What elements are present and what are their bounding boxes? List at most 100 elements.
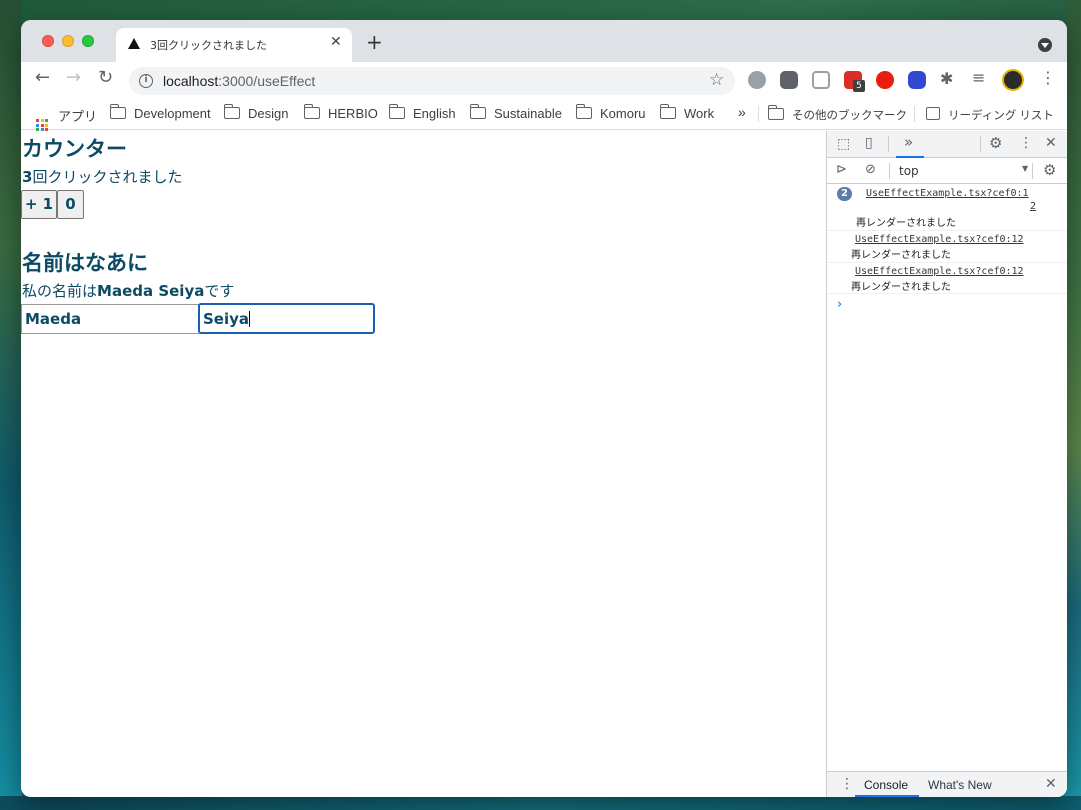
- close-devtools-icon[interactable]: ✕: [1045, 136, 1057, 150]
- log-message: 再レンダーされました: [856, 218, 956, 229]
- toolbar-divider: [980, 136, 981, 152]
- browser-toolbar: ← → ↻ i localhost:3000/useEffect ☆ 5 ✱ ≡…: [21, 62, 1067, 98]
- device-toolbar-icon[interactable]: ▯: [865, 136, 873, 150]
- folder-icon: [767, 105, 784, 120]
- bookmark-folder-design[interactable]: Design: [223, 104, 288, 121]
- log-source-link[interactable]: UseEffectExample.tsx?cef0:1: [866, 188, 1029, 199]
- close-window-button[interactable]: [42, 35, 54, 47]
- toolbar-divider: [889, 163, 890, 179]
- site-info-icon[interactable]: i: [139, 74, 153, 88]
- log-source-link-line[interactable]: 2: [1030, 201, 1036, 212]
- bookmark-label: Sustainable: [494, 106, 562, 121]
- url-text: localhost:3000/useEffect: [163, 73, 315, 89]
- name-message-prefix: 私の名前は: [22, 282, 98, 300]
- profile-avatar[interactable]: [1002, 69, 1024, 91]
- forward-button[interactable]: →: [66, 69, 81, 87]
- context-selector[interactable]: top: [899, 164, 919, 178]
- extension-chart-icon[interactable]: [908, 71, 926, 89]
- bookmark-label: HERBIO: [328, 106, 378, 121]
- browser-menu-icon[interactable]: ⋮: [1040, 70, 1056, 86]
- bookmark-label: English: [413, 106, 456, 121]
- desktop-background-left: [0, 0, 22, 810]
- bookmark-label: リーディング リスト: [948, 110, 1054, 122]
- close-drawer-icon[interactable]: ✕: [1045, 777, 1057, 791]
- bookmark-folder-development[interactable]: Development: [109, 104, 211, 121]
- log-message: 再レンダーされました: [851, 250, 951, 261]
- bookmark-folder-komoru[interactable]: Komoru: [575, 104, 646, 121]
- bookmark-label: Development: [134, 106, 211, 121]
- folder-icon: [388, 104, 405, 119]
- folder-icon: [469, 104, 486, 119]
- triangle-favicon-icon: [128, 38, 140, 49]
- bookmark-label: アプリ: [58, 109, 98, 124]
- reload-button[interactable]: ↻: [98, 69, 113, 87]
- extension-face-icon[interactable]: [748, 71, 766, 89]
- extension-red-icon[interactable]: 5: [844, 71, 865, 92]
- reset-button[interactable]: 0: [57, 190, 84, 219]
- extension-game-icon[interactable]: [780, 71, 798, 89]
- minimize-window-button[interactable]: [62, 35, 74, 47]
- counter-message-suffix: 回クリックされました: [32, 168, 183, 186]
- folder-icon: [303, 104, 320, 119]
- last-name-input[interactable]: Maeda: [21, 304, 199, 334]
- tab-active[interactable]: 3回クリックされました ✕: [116, 28, 352, 62]
- extensions-puzzle-icon[interactable]: ✱: [940, 71, 953, 87]
- console-settings-gear-icon[interactable]: ⚙: [1043, 163, 1056, 178]
- bookmarks-overflow-icon[interactable]: »: [738, 104, 746, 120]
- media-queue-icon[interactable]: ≡: [972, 70, 985, 86]
- bookmark-folder-english[interactable]: English: [388, 104, 456, 121]
- extension-camera-icon[interactable]: [812, 71, 830, 89]
- chevron-down-icon: ▼: [1022, 164, 1029, 173]
- new-tab-button[interactable]: +: [366, 32, 383, 52]
- devtools-drawer-tabs: ⋮ Console What's New ✕: [827, 771, 1067, 797]
- back-button[interactable]: ←: [35, 69, 50, 87]
- maximize-window-button[interactable]: [82, 35, 94, 47]
- bookmark-label: Work: [684, 106, 715, 121]
- browser-window: 3回クリックされました ✕ + ← → ↻ i localhost:3000/u…: [21, 20, 1067, 797]
- tab-strip: 3回クリックされました ✕ +: [21, 20, 1067, 62]
- inspect-element-icon[interactable]: ⬚: [837, 137, 850, 151]
- bookmark-folder-herbio[interactable]: HERBIO: [303, 104, 378, 121]
- settings-gear-icon[interactable]: ⚙: [989, 136, 1002, 151]
- repeat-count-badge: 2: [837, 187, 852, 201]
- first-name-input[interactable]: Seiya: [198, 303, 375, 334]
- apps-grid-icon: [36, 119, 48, 131]
- bookmark-folder-sustainable[interactable]: Sustainable: [469, 104, 562, 121]
- tab-whats-new[interactable]: What's New: [928, 778, 992, 792]
- extension-hand-icon[interactable]: [876, 71, 894, 89]
- sidebar-toggle-icon[interactable]: ⊳: [836, 163, 847, 176]
- console-prompt[interactable]: ›: [837, 297, 842, 312]
- more-tabs-icon: »: [904, 133, 914, 151]
- clear-console-icon[interactable]: ⊘: [865, 163, 876, 176]
- tab-search-icon[interactable]: [1038, 38, 1052, 52]
- name-message-suffix: です: [204, 282, 235, 300]
- bookmarks-divider: [758, 106, 759, 122]
- bookmark-folder-work[interactable]: Work: [659, 104, 715, 121]
- console-log-entry: UseEffectExample.tsx?cef0:12 再レンダーされました: [827, 231, 1067, 263]
- text-caret: [249, 311, 251, 327]
- active-tab-indicator: [855, 795, 919, 797]
- drawer-menu-icon[interactable]: ⋮: [840, 777, 854, 791]
- devtools-menu-icon[interactable]: ⋮: [1019, 136, 1033, 150]
- increment-button[interactable]: + 1: [21, 190, 57, 219]
- desktop-background-bottom: [0, 796, 1081, 810]
- tab-close-icon[interactable]: ✕: [330, 35, 342, 49]
- url-host: localhost: [163, 73, 219, 89]
- tab-console[interactable]: Console: [864, 778, 908, 792]
- tab-more-panels[interactable]: »: [896, 131, 924, 158]
- counter-heading: カウンター: [22, 137, 127, 161]
- first-name-value: Seiya: [203, 310, 250, 328]
- folder-icon: [659, 104, 676, 119]
- devtools-panel: ⬚ ▯ » ⚙ ⋮ ✕ ⊳ ⊘ top ▼ ⚙ 2 UseEffectExamp…: [826, 131, 1067, 797]
- bookmark-label: その他のブックマーク: [792, 110, 907, 122]
- log-source-link[interactable]: UseEffectExample.tsx?cef0:12: [855, 234, 1024, 245]
- reading-list-button[interactable]: リーディング リスト: [926, 107, 1054, 123]
- address-bar[interactable]: i localhost:3000/useEffect ☆: [129, 67, 735, 95]
- bookmark-apps[interactable]: アプリ: [36, 106, 97, 131]
- name-heading: 名前はなあに: [22, 251, 148, 275]
- bookmark-folder-other[interactable]: その他のブックマーク: [767, 105, 907, 123]
- url-path: :3000/useEffect: [218, 73, 316, 89]
- bookmark-star-icon[interactable]: ☆: [709, 70, 724, 90]
- log-source-link[interactable]: UseEffectExample.tsx?cef0:12: [855, 266, 1024, 277]
- folder-icon: [575, 104, 592, 119]
